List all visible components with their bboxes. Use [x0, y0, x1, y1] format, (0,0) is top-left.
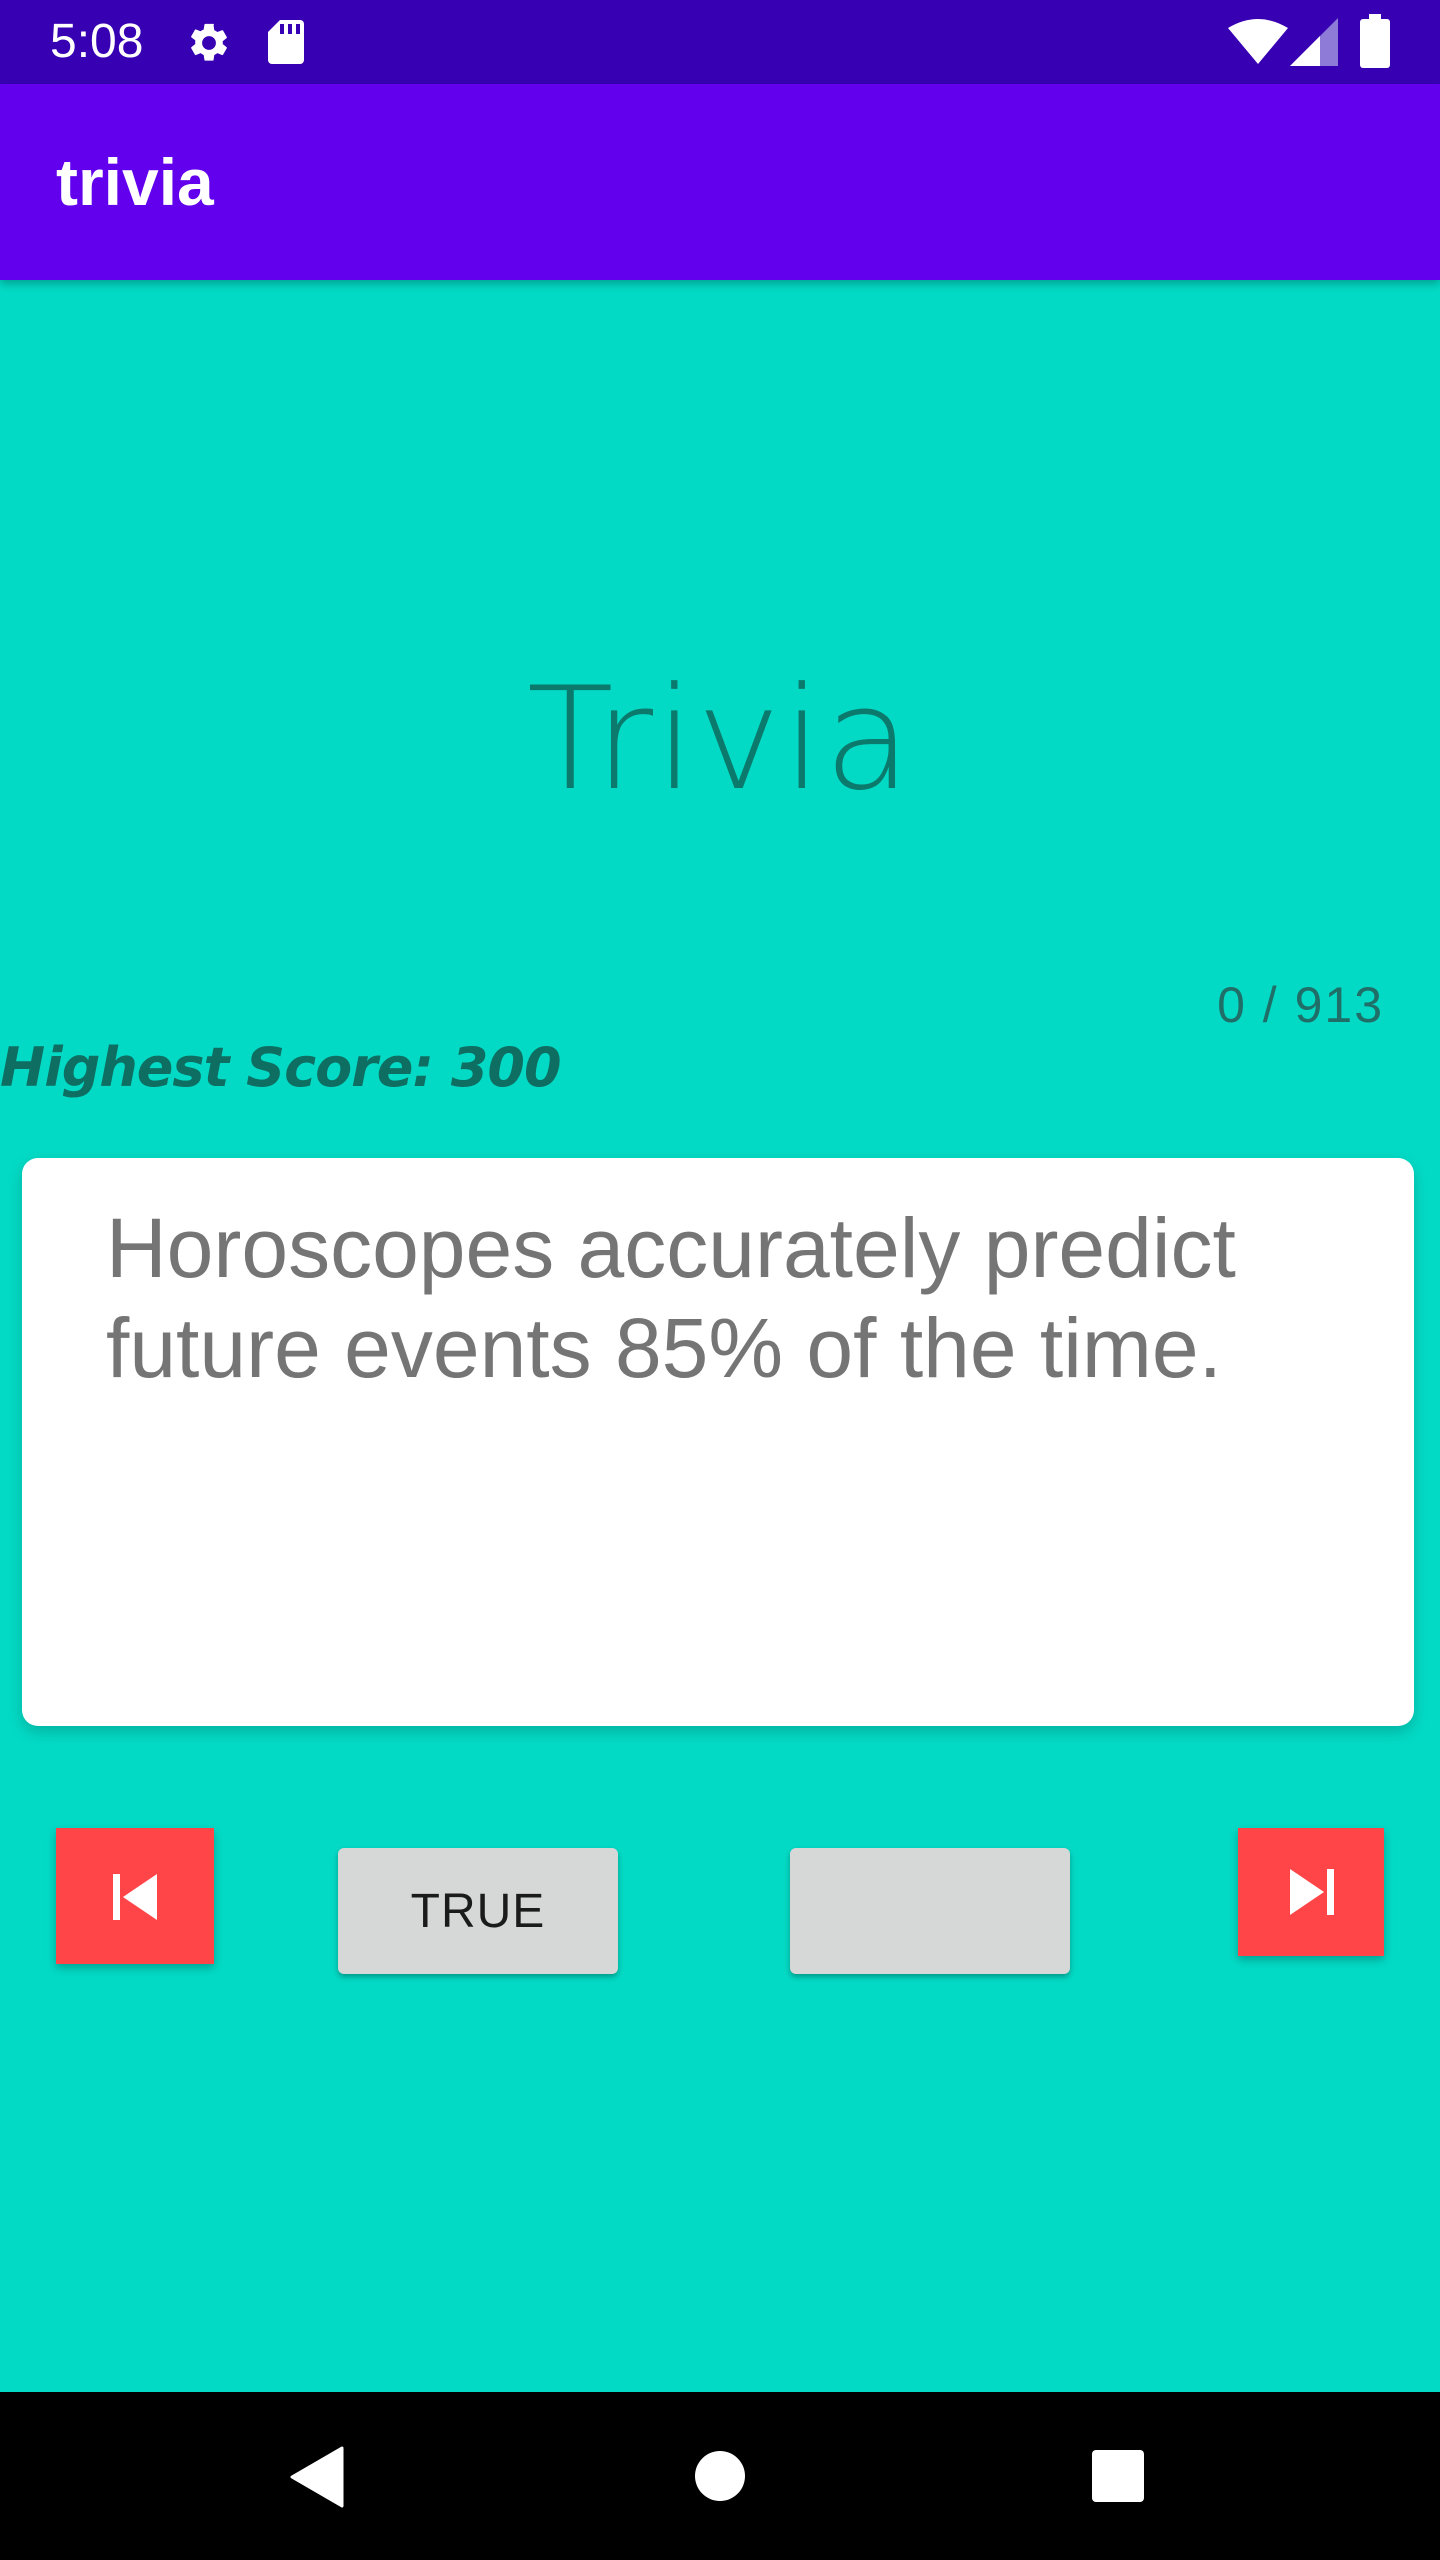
question-card: Horoscopes accurately predict future eve… [22, 1158, 1414, 1726]
back-triangle-icon[interactable] [290, 2446, 344, 2508]
cellular-signal-icon [1290, 18, 1338, 66]
system-navigation-bar [0, 2392, 1440, 2560]
wifi-icon [1228, 19, 1288, 64]
question-counter: 0 / 913 [1217, 977, 1384, 1033]
battery-icon [1360, 14, 1390, 68]
question-text: Horoscopes accurately predict future eve… [106, 1201, 1236, 1395]
status-bar: 5:08 [0, 0, 1440, 84]
previous-button[interactable] [56, 1828, 214, 1964]
home-circle-icon[interactable] [694, 2450, 746, 2502]
highest-score-label: Highest Score: 300 [0, 1036, 562, 1099]
next-button[interactable] [1238, 1828, 1384, 1956]
skip-next-icon [1290, 1869, 1334, 1915]
app-title: trivia [56, 145, 214, 219]
skip-previous-icon [113, 1874, 157, 1920]
true-button[interactable]: TRUE [338, 1848, 618, 1974]
hero-title: Trivia [526, 657, 914, 822]
recents-square-icon[interactable] [1092, 2450, 1144, 2502]
settings-gear-icon [191, 23, 227, 61]
false-button[interactable] [790, 1848, 1070, 1974]
status-time: 5:08 [50, 15, 144, 68]
app-bar: trivia [0, 84, 1440, 280]
sd-card-icon [268, 20, 304, 64]
